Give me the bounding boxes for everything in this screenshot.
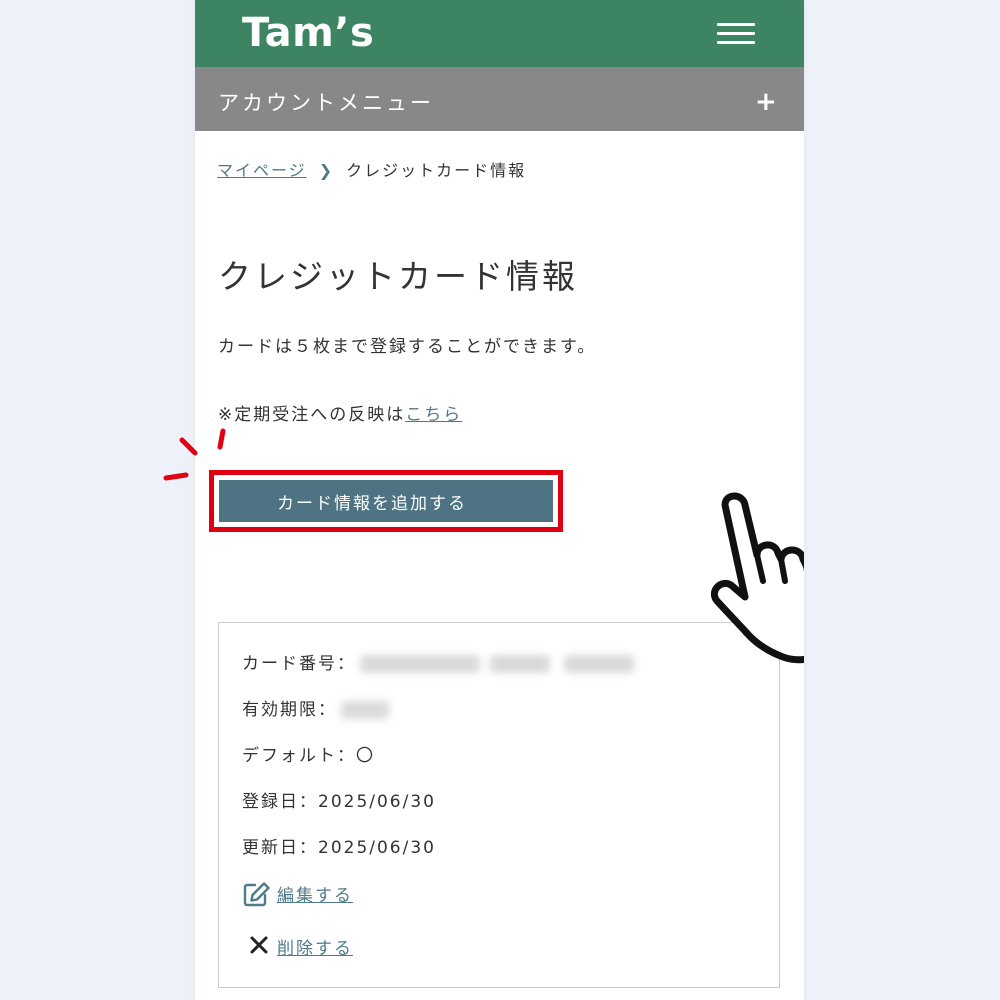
delete-card-link[interactable]: 削除する [277, 939, 353, 959]
default-value: 〇 [356, 746, 375, 766]
chevron-right-icon: ❯ [318, 161, 335, 180]
edit-card-link[interactable]: 編集する [277, 886, 353, 906]
subscription-note-text: ※定期受注への反映は [218, 405, 406, 425]
account-menu-label: アカウントメニュー [218, 91, 434, 115]
breadcrumb: マイページ ❯ クレジットカード情報 [217, 157, 526, 181]
edit-row: 編集する [277, 881, 353, 906]
add-card-button[interactable]: カード情報を追加する [219, 480, 553, 522]
registered-card: カード番号： 有効期限： デフォルト：〇 登録日：2025/06/30 更新日：… [218, 622, 780, 988]
expiry-masked [341, 701, 389, 719]
phone-screen: Tam’s アカウントメニュー + マイページ ❯ クレジットカード情報 クレジット… [195, 0, 804, 1000]
edit-icon[interactable] [243, 881, 271, 907]
updated-value: 2025/06/30 [318, 838, 436, 858]
card-number-label: カード番号： [242, 654, 356, 674]
default-label: デフォルト： [242, 746, 356, 766]
card-limit-description: カードは５枚まで登録することができます。 [218, 337, 597, 357]
hamburger-icon[interactable] [717, 23, 755, 45]
card-number-masked [490, 655, 550, 673]
add-button-highlight: カード情報を追加する [209, 470, 563, 532]
card-number-masked [360, 655, 480, 673]
site-logo[interactable]: Tam’s [242, 10, 374, 56]
delete-row: 削除する [277, 934, 353, 959]
close-icon[interactable] [249, 935, 269, 955]
registered-date-row: 登録日：2025/06/30 [242, 787, 436, 812]
site-header: Tam’s [195, 0, 804, 67]
expiry-row: 有効期限： [242, 695, 389, 720]
registered-label: 登録日： [242, 792, 318, 812]
breadcrumb-mypage-link[interactable]: マイページ [217, 161, 307, 180]
pointing-hand-icon [710, 492, 804, 664]
plus-icon: + [755, 87, 777, 117]
click-spark-icon [163, 428, 226, 481]
breadcrumb-current: クレジットカード情報 [346, 161, 527, 180]
updated-date-row: 更新日：2025/06/30 [242, 833, 436, 858]
card-number-row: カード番号： [242, 649, 634, 674]
page-title: クレジットカード情報 [218, 257, 578, 296]
expiry-label: 有効期限： [242, 700, 337, 720]
updated-label: 更新日： [242, 838, 318, 858]
card-number-masked [564, 655, 634, 673]
account-menu-toggle[interactable]: アカウントメニュー + [195, 67, 804, 131]
subscription-note: ※定期受注への反映はこちら [218, 400, 462, 425]
registered-value: 2025/06/30 [318, 792, 436, 812]
default-row: デフォルト：〇 [242, 741, 375, 766]
subscription-note-link[interactable]: こちら [405, 405, 462, 425]
